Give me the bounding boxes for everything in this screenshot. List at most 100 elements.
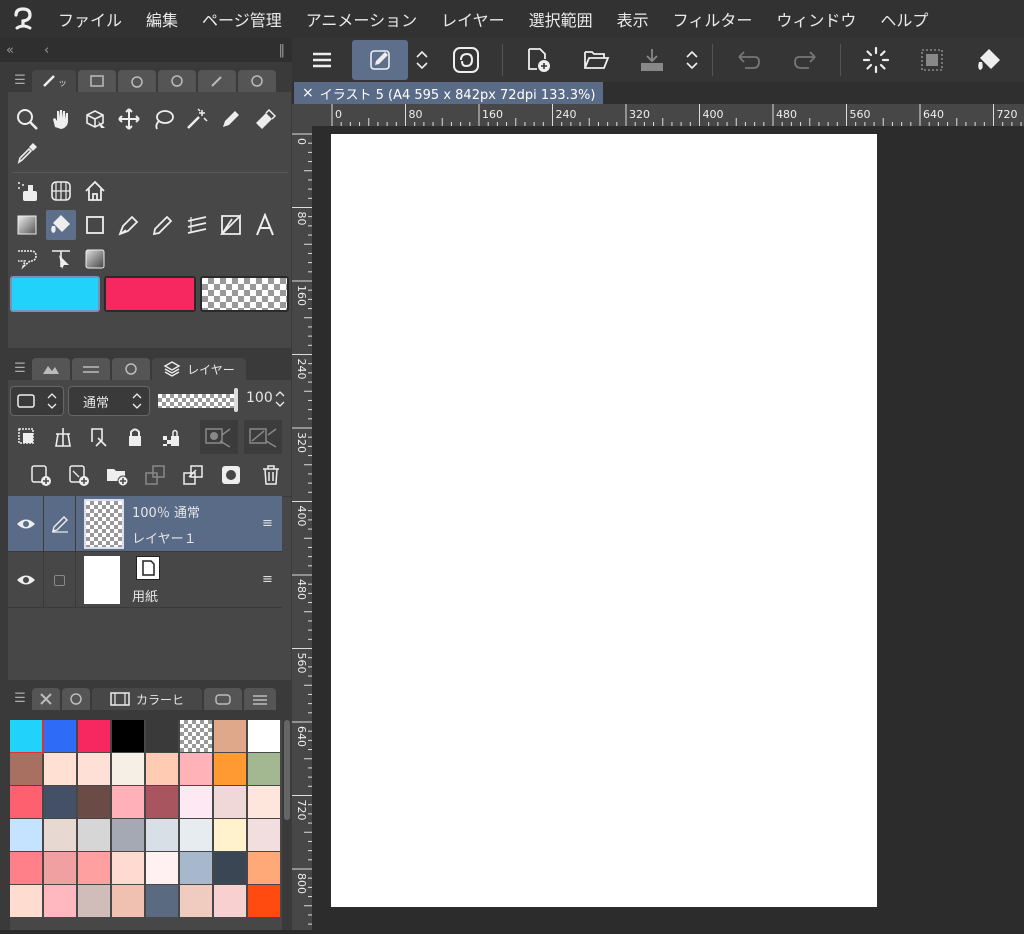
document-tab[interactable]: × イラスト 5 (A4 595 x 842px 72dpi 133.3%) [294, 82, 604, 104]
color-history-swatch[interactable] [248, 885, 280, 917]
opacity-value[interactable]: 100 [246, 390, 273, 406]
correct-line-icon[interactable] [46, 244, 76, 274]
color-history-swatch[interactable] [78, 753, 110, 785]
color-history-swatch[interactable] [214, 786, 246, 818]
draft-layer-icon[interactable] [84, 422, 114, 452]
color-history-swatch[interactable] [112, 753, 144, 785]
gradient-icon[interactable] [80, 244, 110, 274]
color-history-swatch[interactable] [180, 819, 212, 851]
color-history-swatch[interactable] [44, 885, 76, 917]
panel-menu-icon[interactable]: ☰ [8, 356, 32, 380]
reference-layer-icon[interactable] [48, 422, 78, 452]
triangle-ruler-icon[interactable] [216, 210, 246, 240]
house-icon[interactable] [80, 176, 110, 206]
new-canvas-icon[interactable] [516, 38, 560, 82]
menu-layer[interactable]: レイヤー [429, 7, 517, 31]
transfer-down-icon[interactable] [140, 460, 170, 490]
color-history-swatch[interactable] [146, 852, 178, 884]
color-history-swatch[interactable] [248, 819, 280, 851]
main-color-swatch[interactable] [10, 276, 100, 312]
color-history-swatch[interactable] [78, 786, 110, 818]
tab-subtool[interactable] [78, 70, 116, 92]
hand-icon[interactable] [46, 104, 76, 134]
tab-color-set[interactable] [244, 688, 276, 710]
magic-wand-icon[interactable] [182, 104, 212, 134]
tab-layer-property[interactable] [32, 358, 70, 380]
move-icon[interactable] [114, 104, 144, 134]
layer-color-mode-select[interactable] [10, 386, 64, 416]
clip-layer-icon[interactable] [12, 422, 42, 452]
color-history-swatch[interactable] [78, 885, 110, 917]
menu-help[interactable]: ヘルプ [868, 7, 940, 31]
lock-transparency-icon[interactable] [156, 422, 186, 452]
balloon-icon[interactable] [12, 244, 42, 274]
eye-icon[interactable] [8, 552, 44, 608]
fill-icon[interactable] [968, 38, 1012, 82]
object-select-icon[interactable] [80, 104, 110, 134]
menu-page[interactable]: ページ管理 [190, 7, 294, 31]
redo-icon[interactable] [784, 38, 828, 82]
color-history-swatch[interactable] [112, 885, 144, 917]
tab-3d[interactable] [158, 70, 196, 92]
pen-icon[interactable] [216, 104, 246, 134]
eye-icon[interactable] [8, 496, 44, 552]
save-icon[interactable] [630, 38, 674, 82]
color-history-swatch[interactable] [180, 753, 212, 785]
text-icon[interactable] [250, 210, 280, 240]
pencil-icon[interactable] [148, 210, 178, 240]
color-history-swatch[interactable] [10, 885, 42, 917]
layer-row-paper[interactable]: 用紙 ≡ [8, 552, 282, 608]
color-history-swatch[interactable] [112, 819, 144, 851]
tab-navigator[interactable] [112, 358, 150, 380]
color-history-swatch[interactable] [44, 852, 76, 884]
selection-icon[interactable] [910, 38, 954, 82]
panel-menu-icon[interactable]: ☰ [8, 686, 32, 710]
eyedropper-icon[interactable] [12, 138, 42, 168]
rectangle-icon[interactable] [80, 210, 110, 240]
scrollbar[interactable] [284, 720, 290, 820]
opacity-slider[interactable] [158, 394, 238, 408]
color-history-swatch[interactable] [180, 786, 212, 818]
canvas-area[interactable] [312, 126, 1024, 930]
new-folder-icon[interactable] [102, 460, 132, 490]
color-history-swatch[interactable] [180, 885, 212, 917]
opacity-slider-handle[interactable] [234, 388, 238, 412]
clip-studio-icon[interactable] [446, 38, 486, 82]
clip-studio-logo-icon[interactable] [0, 0, 46, 38]
color-history-swatch[interactable] [44, 753, 76, 785]
menu-edit[interactable]: 編集 [134, 7, 190, 31]
gradient-fill-icon[interactable] [12, 210, 42, 240]
perspective-ruler-icon[interactable] [46, 176, 76, 206]
color-history-swatch[interactable] [44, 720, 76, 752]
layer-drag-handle-icon[interactable]: ≡ [262, 572, 273, 587]
tab-color-wheel[interactable] [32, 688, 60, 710]
tab-pen[interactable] [198, 70, 236, 92]
collapse-icon[interactable]: ‹ [44, 43, 49, 58]
color-history-swatch[interactable] [112, 720, 144, 752]
tab-nav[interactable] [238, 70, 276, 92]
new-vector-layer-icon[interactable] [64, 460, 94, 490]
layer-checkbox[interactable] [44, 552, 76, 608]
color-history-swatch[interactable] [10, 819, 42, 851]
color-history-swatch[interactable] [112, 852, 144, 884]
color-history-swatch[interactable] [214, 885, 246, 917]
color-history-swatch[interactable] [146, 753, 178, 785]
transparent-color-swatch[interactable] [200, 276, 289, 312]
fill-bucket-icon[interactable] [46, 210, 76, 240]
menu-filter[interactable]: フィルター [661, 7, 765, 31]
color-history-swatch[interactable] [248, 786, 280, 818]
color-history-swatch[interactable] [214, 720, 246, 752]
color-history-swatch[interactable] [10, 720, 44, 754]
layer-edit-pen-icon[interactable] [44, 496, 76, 552]
tab-tool-property[interactable] [72, 358, 110, 380]
mask-enable-icon[interactable] [200, 420, 238, 454]
color-history-swatch[interactable] [78, 720, 110, 752]
color-history-swatch[interactable] [180, 720, 212, 752]
color-history-swatch[interactable] [78, 819, 110, 851]
merge-down-icon[interactable] [178, 460, 208, 490]
layer-row-selected[interactable]: 100％ 通常 レイヤー１ ≡ [8, 496, 282, 552]
color-history-swatch[interactable] [146, 885, 178, 917]
loading-icon[interactable] [854, 38, 898, 82]
layer-drag-handle-icon[interactable]: ≡ [262, 516, 273, 531]
dock-grip-icon[interactable]: ‖ [279, 43, 287, 58]
